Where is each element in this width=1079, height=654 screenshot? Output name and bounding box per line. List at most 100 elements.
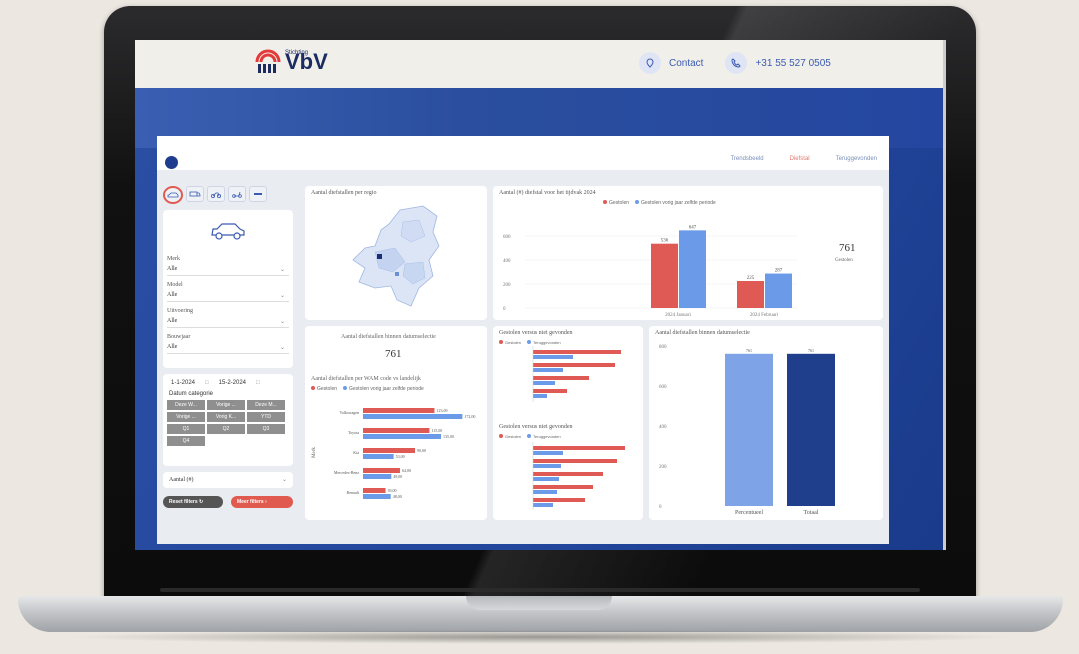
- filter-label-uitvoering: Uitvoering: [167, 308, 193, 314]
- data-label: 123,69: [436, 408, 447, 414]
- x-tick-label: Percentueel: [735, 510, 763, 516]
- data-label: 64,00: [402, 468, 411, 474]
- calendar-icon[interactable]: □: [256, 380, 260, 386]
- kpi-title: Aantal diefstallen binnen datumselectie: [341, 334, 436, 340]
- chevron-down-icon: ⌄: [279, 319, 285, 325]
- category-label: Renault: [347, 490, 360, 495]
- date-chip[interactable]: Q2: [207, 424, 245, 434]
- vs-bar-chart-2[interactable]: [497, 442, 637, 512]
- data-label: 287: [775, 269, 783, 274]
- location-pin-icon[interactable]: [639, 52, 661, 74]
- vs-bar: [533, 490, 557, 494]
- bar: [363, 414, 463, 419]
- data-label: 49,00: [393, 474, 402, 480]
- merk-value: Alle: [167, 266, 178, 272]
- date-chip[interactable]: Q1: [167, 424, 205, 434]
- motorcycle-icon[interactable]: [207, 186, 225, 202]
- laptop-screen: Stichting VbV Contact +31 55 527 0505 Tr…: [135, 40, 946, 550]
- tab-diefstal[interactable]: Diefstal: [790, 156, 810, 162]
- date-chip[interactable]: Vorig K...: [207, 412, 245, 422]
- legend-item: Gestolen: [311, 386, 337, 392]
- bar: [363, 408, 435, 413]
- legend-item: Teruggevonden: [527, 434, 561, 439]
- phone-number[interactable]: +31 55 527 0505: [755, 58, 830, 69]
- location-icon[interactable]: [165, 156, 178, 169]
- tab-teruggevonden[interactable]: Teruggevonden: [836, 156, 877, 162]
- logo-tagline: Stichting: [285, 50, 309, 56]
- wam-bar-chart[interactable]: Volkswagen 123,69 172,00 Toyota 115,00135,00…: [313, 402, 483, 512]
- bar: [679, 230, 706, 308]
- vs-bar: [533, 368, 563, 372]
- vs-bar: [533, 389, 567, 393]
- truck-icon[interactable]: [186, 186, 204, 202]
- map-title: Aantal diefstallen per regio: [311, 190, 377, 196]
- more-filters-button[interactable]: Meer filters ›: [231, 496, 293, 508]
- bouwjaar-dropdown[interactable]: Alle ⌄: [167, 344, 289, 354]
- filter-label-model: Model: [167, 282, 183, 288]
- vs-bar: [533, 394, 547, 398]
- tab-trendsbeeld[interactable]: Trendsbeeld: [730, 156, 763, 162]
- date-chip[interactable]: Vorige ...: [167, 412, 205, 422]
- scooter-icon[interactable]: [228, 186, 246, 202]
- car-icon[interactable]: [163, 186, 183, 204]
- report-top-bar: Trendsbeeld Diefstal Teruggevonden: [157, 136, 889, 170]
- vs-bar: [533, 381, 555, 385]
- date-category-chips: Deze W... Vorige ... Deze M... Vorige ..…: [167, 400, 291, 446]
- date-chip[interactable]: Deze W...: [167, 400, 205, 410]
- proportion-bar-chart[interactable]: 0 200 400 600 800 761 Percentueel 761 Totaal: [653, 336, 879, 520]
- site-logo[interactable]: Stichting VbV: [255, 48, 328, 74]
- site-header: Stichting VbV Contact +31 55 527 0505: [135, 40, 946, 88]
- date-chip[interactable]: Vorige ...: [207, 400, 245, 410]
- vs-bar: [533, 459, 617, 463]
- bouwjaar-value: Alle: [167, 344, 178, 350]
- model-dropdown[interactable]: Alle ⌄: [167, 292, 289, 302]
- uitvoering-dropdown[interactable]: Alle ⌄: [167, 318, 289, 328]
- legend-teruggevonden: Teruggevonden: [533, 340, 561, 345]
- x-tick-label: Totaal: [804, 510, 819, 516]
- date-from-input[interactable]: 1-1-2024: [171, 380, 195, 386]
- data-label: 536: [661, 239, 669, 244]
- netherlands-map[interactable]: [345, 202, 445, 312]
- data-label: 53,00: [396, 454, 405, 460]
- x-tick-label: 2024 Februari: [750, 313, 779, 318]
- vs-bar: [533, 363, 615, 367]
- vs-legend-1: Gestolen Teruggevonden: [499, 340, 561, 345]
- vs-bar: [533, 485, 593, 489]
- vs-bar: [533, 498, 585, 502]
- reset-filters-button[interactable]: Reset filters ↻: [163, 496, 223, 508]
- legend-gestolen: Gestolen: [505, 434, 522, 439]
- legend-vorig-jaar: Gestolen vorig jaar zelfde periode: [349, 386, 424, 392]
- y-tick-label: 0: [503, 307, 506, 312]
- x-tick-label: 2024 Januari: [665, 313, 691, 318]
- date-to-input[interactable]: 15-2-2024: [219, 380, 246, 386]
- phone-icon[interactable]: [725, 52, 748, 74]
- merk-dropdown[interactable]: Alle ⌄: [167, 266, 289, 276]
- vs-bar-chart-1[interactable]: [497, 346, 637, 406]
- data-label: 761: [808, 348, 814, 353]
- vs-title-2: Gestolen versus niet gevonden: [499, 424, 573, 430]
- other-icon[interactable]: [249, 186, 267, 202]
- page-scrollbar[interactable]: [943, 40, 946, 550]
- chevron-down-icon: ⌄: [279, 345, 285, 351]
- date-chip[interactable]: Q3: [247, 424, 285, 434]
- legend-item: Teruggevonden: [527, 340, 561, 345]
- bar: [363, 474, 392, 479]
- more-filters-label: Meer filters: [237, 499, 264, 505]
- date-chip[interactable]: YTD: [247, 412, 285, 422]
- calendar-icon[interactable]: □: [205, 380, 209, 386]
- date-chip[interactable]: Deze M...: [247, 400, 285, 410]
- date-chip[interactable]: Q4: [167, 436, 205, 446]
- data-label: 647: [689, 225, 697, 230]
- model-value: Alle: [167, 292, 178, 298]
- bar: [363, 494, 391, 499]
- logo-mark-icon: [255, 49, 281, 73]
- bar: [765, 273, 792, 308]
- measure-dropdown[interactable]: Aantal (#) ⌄: [163, 472, 293, 488]
- kpi-value: 761: [385, 348, 402, 360]
- bar: [363, 468, 400, 473]
- y-tick-label: 0: [659, 505, 662, 510]
- map-panel: Aantal diefstallen per regio: [305, 186, 487, 320]
- contact-link[interactable]: Contact: [669, 58, 703, 69]
- measure-value: Aantal (#): [169, 477, 194, 483]
- trend-bar-chart[interactable]: 0 200 400 600 536 647 2024 Januari 225 287 2024 F…: [497, 204, 817, 320]
